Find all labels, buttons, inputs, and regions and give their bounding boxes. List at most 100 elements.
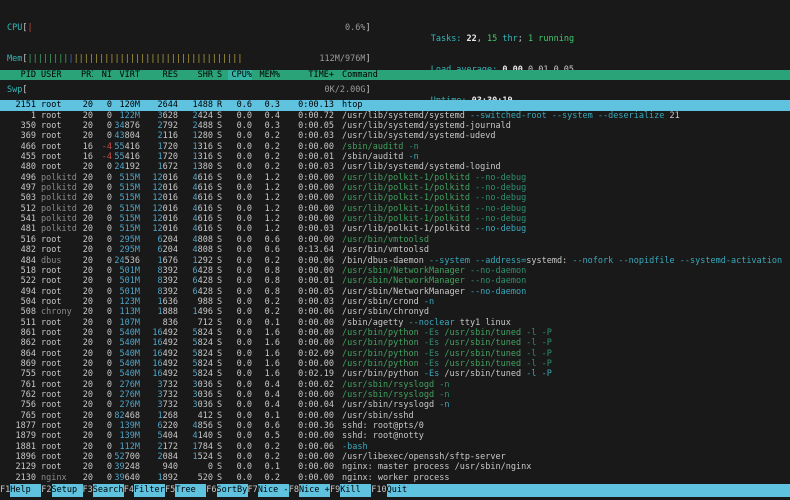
column-header-cpu[interactable]: CPU% — [228, 70, 252, 81]
column-header-shr[interactable]: SHR — [178, 70, 213, 80]
fkey-search[interactable]: F3 Search — [83, 484, 124, 497]
cell-time: 0:13.64 — [298, 245, 334, 256]
process-row[interactable]: 541 polkitd 20 0 515M 12016 4616 S 0.0 1.2 0:00.00… — [0, 214, 790, 224]
cell-user: root — [41, 234, 62, 245]
process-row[interactable]: 755 root 20 0 540M 16492 5824 S 0.0 1.6 0:02.19/us… — [0, 369, 790, 379]
cell-shr: 712 — [197, 317, 213, 328]
process-row[interactable]: 466 root 16 -4 55416 1720 1316 S 0.0 0.2 0:00.00/s… — [0, 142, 790, 152]
cell-mem-percent: 0.8 — [264, 265, 280, 276]
process-row[interactable]: 1877 root 20 0 139M 6220 4856 S 0.0 0.6 0:00.36 ssh… — [0, 421, 790, 431]
cell-mem-percent: 1.6 — [264, 348, 280, 359]
process-row[interactable]: 1896 root 20 0 52700 2084 1524 S 0.0 0.2 0:00.00/u… — [0, 452, 790, 462]
process-row[interactable]: 522 root 20 0 501M 8392 6428 S 0.0 0.8 0:00.01/usr… — [0, 276, 790, 286]
cell-virt: 24192 — [114, 162, 140, 173]
cell-nice: -4 — [101, 152, 112, 163]
cell-cpu-percent: 0.0 — [236, 462, 252, 473]
process-row[interactable]: 504 root 20 0 123M 1636 988 S 0.0 0.2 0:00.03/usr/… — [0, 297, 790, 307]
column-header-user[interactable]: USER — [41, 70, 81, 80]
column-header-time[interactable]: TIME+ — [280, 70, 334, 80]
threads-label: thr — [497, 34, 518, 44]
cell-shr: 1524 — [192, 452, 213, 463]
cell-pid: 861 — [20, 327, 36, 338]
cell-virt: 540M — [119, 327, 140, 338]
process-row[interactable]: 1881 root 20 0 112M 2172 1784 S 0.0 0.2 0:00.06 -ba… — [0, 442, 790, 452]
process-row[interactable]: 516 root 20 0 295M 6204 4808 S 0.0 0.6 0:00.00/usr… — [0, 235, 790, 245]
cell-user: root — [41, 462, 62, 473]
cell-time: 0:00.00 — [298, 358, 334, 369]
column-header-cmd[interactable]: Command — [334, 70, 790, 80]
process-row[interactable]: 497 polkitd 20 0 515M 12016 4616 S 0.0 1.2 0:00.00… — [0, 183, 790, 193]
column-header-ni[interactable]: NI — [93, 70, 112, 80]
cell-command: /usr/sbin/crond -n — [342, 296, 435, 307]
column-header-st[interactable]: S — [213, 70, 228, 80]
cell-res: 12016 — [152, 224, 178, 235]
process-row[interactable]: 756 root 20 0 276M 3732 3036 S 0.0 0.4 0:00.04/usr… — [0, 400, 790, 410]
process-row[interactable]: 1 root 20 0 122M 3628 2424 S 0.0 0.4 0:00.72/usr/l… — [0, 111, 790, 121]
cell-nice: 0 — [106, 276, 112, 287]
cell-nice: 0 — [106, 193, 112, 204]
fkey-nice-down[interactable]: F7 Nice - — [248, 484, 289, 497]
running-count: 1 running — [528, 34, 575, 44]
process-row[interactable]: 512 polkitd 20 0 515M 12016 4616 S 0.0 1.2 0:00.00… — [0, 204, 790, 214]
cell-mem-percent: 1.2 — [264, 172, 280, 183]
process-row[interactable]: 481 polkitd 20 0 515M 12016 4616 S 0.0 1.2 0:00.03… — [0, 224, 790, 234]
cell-virt: 113M — [119, 307, 140, 318]
cell-virt: 515M — [119, 224, 140, 235]
column-header-pri[interactable]: PRI — [81, 70, 93, 80]
fkey-kill[interactable]: F9 Kill — [330, 484, 372, 497]
cell-pri: 20 — [82, 276, 93, 287]
cell-pri: 20 — [82, 296, 93, 307]
process-row[interactable]: 762 root 20 0 276M 3732 3036 S 0.0 0.4 0:00.00/usr… — [0, 390, 790, 400]
process-row[interactable]: 482 root 20 0 295M 6204 4808 S 0.0 0.6 0:13.64/usr… — [0, 245, 790, 255]
cell-nice: 0 — [106, 296, 112, 307]
cell-cpu-percent: 0.0 — [236, 162, 252, 173]
column-header-virt[interactable]: VIRT — [112, 70, 140, 80]
cell-pid: 765 — [20, 410, 36, 421]
cell-command: /usr/sbin/rsyslogd -n — [342, 389, 450, 400]
process-row[interactable]: 864 root 20 0 540M 16492 5824 S 0.0 1.6 0:02.09/us… — [0, 349, 790, 359]
process-row[interactable]: 2129 root 20 0 39248 940 0 S 0.0 0.1 0:00.00 nginx:… — [0, 462, 790, 472]
fkey-filter[interactable]: F4 Filter — [124, 484, 165, 497]
process-row[interactable]: 518 root 20 0 501M 8392 6428 S 0.0 0.8 0:00.00/usr… — [0, 266, 790, 276]
cell-pid: 1877 — [15, 421, 36, 431]
process-row[interactable]: 1879 root 20 0 139M 5404 4140 S 0.0 0.5 0:00.00 ssh… — [0, 431, 790, 441]
fkey-setup[interactable]: F2 Setup — [41, 484, 83, 497]
fkey-quit[interactable]: F10 Quit — [371, 484, 790, 497]
cell-pid: 496 — [20, 172, 36, 183]
cell-pid: 2130 — [15, 472, 36, 483]
process-row[interactable]: 861 root 20 0 540M 16492 5824 S 0.0 1.6 0:00.00/us… — [0, 328, 790, 338]
process-row[interactable]: 369 root 20 0 43804 2116 1280 S 0.0 0.2 0:00.03/us… — [0, 131, 790, 141]
column-header-pid[interactable]: PID — [0, 70, 36, 80]
process-row[interactable]: 484 dbus 20 0 24536 1676 1292 S 0.0 0.2 0:00.06/bi… — [0, 256, 790, 266]
cell-time: 0:00.03 — [298, 162, 334, 173]
fkey-nice-up[interactable]: F8 Nice + — [289, 484, 330, 497]
process-row-selected[interactable]: 2151 root 20 0 120M 2644 1488 R 0.6 0.3 0:00.13 hto… — [0, 100, 790, 111]
cell-mem-percent: 0.6 — [264, 421, 280, 431]
process-row[interactable]: 480 root 20 0 24192 1672 1380 S 0.0 0.2 0:00.03/us… — [0, 162, 790, 172]
process-row[interactable]: 494 root 20 0 501M 8392 6428 S 0.0 0.8 0:00.05/usr… — [0, 287, 790, 297]
process-row[interactable]: 350 root 20 0 34876 2792 2488 S 0.0 0.3 0:00.05/us… — [0, 121, 790, 131]
cell-command: /usr/lib/polkit-1/polkitd --no-debug — [342, 203, 527, 214]
cell-pid: 541 — [20, 214, 36, 225]
process-row[interactable]: 511 root 20 0 107M 836 712 S 0.0 0.1 0:00.00/sbin/… — [0, 318, 790, 328]
process-row[interactable]: 862 root 20 0 540M 16492 5824 S 0.0 1.6 0:00.00/us… — [0, 338, 790, 348]
cell-user: polkitd — [41, 193, 77, 204]
process-row[interactable]: 2130 nginx 20 0 39640 1892 520 S 0.0 0.2 0:00.00 ng… — [0, 473, 790, 483]
fkey-tree[interactable]: F5 Tree — [165, 484, 207, 497]
column-header-mem[interactable]: MEM% — [252, 70, 280, 80]
process-row[interactable]: 455 root 16 -4 55416 1720 1316 S 0.0 0.2 0:00.01/s… — [0, 152, 790, 162]
process-row[interactable]: 503 polkitd 20 0 515M 12016 4616 S 0.0 1.2 0:00.00… — [0, 193, 790, 203]
process-row[interactable]: 869 root 20 0 540M 16492 5824 S 0.0 1.6 0:00.00/us… — [0, 359, 790, 369]
cell-nice: -4 — [101, 141, 112, 152]
process-row[interactable]: 496 polkitd 20 0 515M 12016 4616 S 0.0 1.2 0:00.00… — [0, 173, 790, 183]
fkey-help[interactable]: F1 Help — [0, 484, 42, 497]
process-row[interactable]: 765 root 20 0 82468 1268 412 S 0.0 0.1 0:00.00/usr… — [0, 411, 790, 421]
cell-command: /usr/lib/systemd/systemd --switched-root… — [342, 110, 680, 121]
column-header-res[interactable]: RES — [140, 70, 178, 80]
process-row[interactable]: 761 root 20 0 276M 3732 3036 S 0.0 0.4 0:00.02/usr… — [0, 380, 790, 390]
cell-pid: 512 — [20, 203, 36, 214]
fkey-sortby[interactable]: F6 SortBy — [206, 484, 248, 497]
process-row[interactable]: 508 chrony 20 0 113M 1888 1496 S 0.0 0.2 0:00.06/u… — [0, 307, 790, 317]
cell-res: 2792 — [157, 121, 178, 132]
cell-shr: 3036 — [192, 389, 213, 400]
